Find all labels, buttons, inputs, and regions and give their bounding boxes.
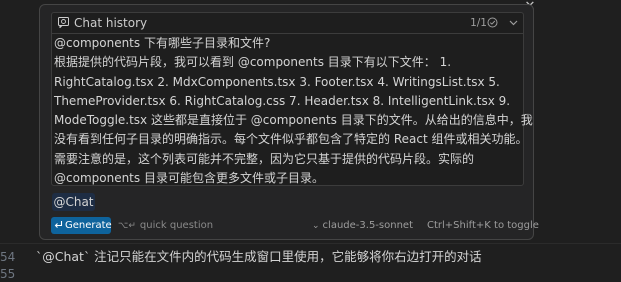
chevron-down-icon: ⌄ — [312, 221, 320, 231]
quick-question-shortcut: ⌥↵ — [118, 221, 136, 231]
generate-label: Generate — [65, 220, 112, 231]
chat-history-box: Chat history 1/1 @components 下有哪些子目录和文件?… — [51, 12, 533, 188]
divider — [0, 243, 621, 244]
message-line: 没有看到任何子目录的明确指示。每个文件似乎都包含了特定的 React 组件或相关… — [54, 132, 528, 147]
chat-mention-tag[interactable]: @Chat — [52, 193, 95, 211]
message-line: RightCatalog.tsx 2. MdxComponents.tsx 3.… — [54, 74, 500, 89]
line-number: 55 — [0, 267, 16, 281]
model-selector[interactable]: ⌄ claude-3.5-sonnet — [312, 219, 413, 233]
message-line: @components 下有哪些子目录和文件? — [54, 36, 271, 50]
enter-icon — [54, 221, 63, 228]
chevron-down-icon[interactable] — [508, 17, 519, 28]
history-count: 1/1 — [470, 17, 487, 29]
quick-question-label: quick question — [139, 220, 214, 231]
toggle-hint: Ctrl+Shift+K to toggle — [427, 220, 539, 231]
line-number: 54 — [0, 250, 16, 264]
message-line: ModeToggle.tsx 这些都是直接位于 @components 目录下的… — [54, 113, 533, 128]
message-line: @components 目录可能包含更多文件或子目录。 — [54, 171, 324, 186]
chat-history-header: Chat history 1/1 — [52, 13, 523, 34]
message-line: ThemeProvider.tsx 6. RightCatalog.css 7.… — [54, 93, 511, 108]
chat-history-title: Chat history — [74, 16, 148, 30]
model-name: claude-3.5-sonnet — [322, 220, 413, 231]
chat-message: @components 下有哪些子目录和文件? 根据提供的代码片段，我可以看到 @… — [54, 34, 533, 188]
generate-button[interactable]: Generate — [51, 217, 112, 234]
check-circle-icon[interactable] — [487, 17, 498, 28]
message-line: 根据提供的代码片段，我可以看到 @components 目录下有以下文件： 1. — [54, 55, 452, 70]
editor-line: `@Chat` 注记只能在文件内的代码生成窗口里使用，它能够将你右边打开的对话 — [36, 249, 482, 264]
message-line: 需要注意的是，这个列表可能并不完整，因为它只基于提供的代码片段。实际的 — [54, 151, 475, 166]
chat-history-icon — [58, 17, 69, 28]
quick-question-button[interactable]: ⌥↵ quick question — [118, 219, 213, 233]
